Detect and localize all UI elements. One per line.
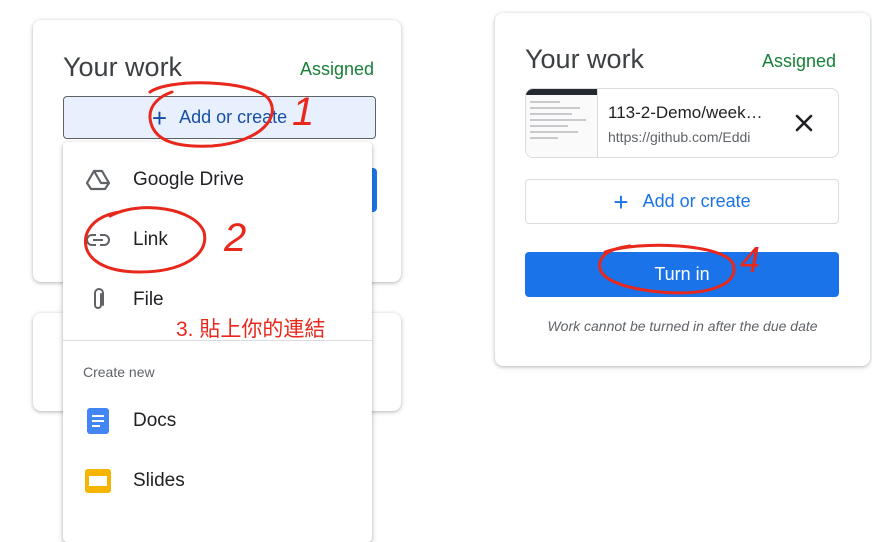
- google-drive-icon: [85, 167, 111, 193]
- menu-item-google-drive[interactable]: Google Drive: [63, 150, 372, 210]
- add-or-create-label: Add or create: [179, 107, 288, 127]
- status-badge: Assigned: [300, 59, 375, 79]
- menu-item-label: Google Drive: [133, 169, 244, 190]
- page-title: Your work: [63, 52, 183, 82]
- paperclip-icon: [85, 287, 111, 313]
- menu-item-label: File: [133, 289, 164, 310]
- due-date-note: Work cannot be turned in after the due d…: [547, 318, 818, 334]
- menu-item-label: Slides: [133, 470, 185, 491]
- menu-item-link[interactable]: Link: [63, 210, 372, 270]
- menu-item-label: Docs: [133, 410, 177, 431]
- add-or-create-button[interactable]: + Add or create: [525, 179, 839, 224]
- annotation-step-3: 3. 貼上你的連結: [176, 318, 326, 341]
- menu-item-label: Link: [133, 229, 168, 250]
- annotation-step-1: 1: [292, 90, 315, 134]
- page-title: Your work: [525, 44, 645, 74]
- menu-item-slides[interactable]: Slides: [63, 451, 372, 511]
- attachment-url: https://github.com/Eddi: [608, 129, 751, 145]
- turn-in-button[interactable]: Turn in: [525, 252, 839, 297]
- turn-in-label: Turn in: [654, 264, 710, 284]
- menu-item-docs[interactable]: Docs: [63, 391, 372, 451]
- annotation-step-4: 4: [740, 239, 761, 280]
- attachment-thumbnail: [526, 89, 598, 157]
- create-new-heading: Create new: [83, 364, 155, 380]
- attachment-title: 113-2-Demo/week…: [608, 103, 763, 122]
- status-badge: Assigned: [762, 51, 837, 71]
- add-or-create-button[interactable]: + Add or create: [63, 96, 376, 139]
- plus-icon: +: [613, 186, 629, 217]
- slides-icon: [85, 468, 111, 494]
- docs-icon: [85, 408, 111, 434]
- add-or-create-label: Add or create: [642, 191, 751, 211]
- attachment-card[interactable]: 113-2-Demo/week… https://github.com/Eddi: [525, 88, 839, 158]
- link-icon: [85, 227, 111, 253]
- close-icon[interactable]: [790, 109, 818, 137]
- plus-icon: +: [151, 102, 168, 133]
- annotation-step-2: 2: [224, 216, 247, 260]
